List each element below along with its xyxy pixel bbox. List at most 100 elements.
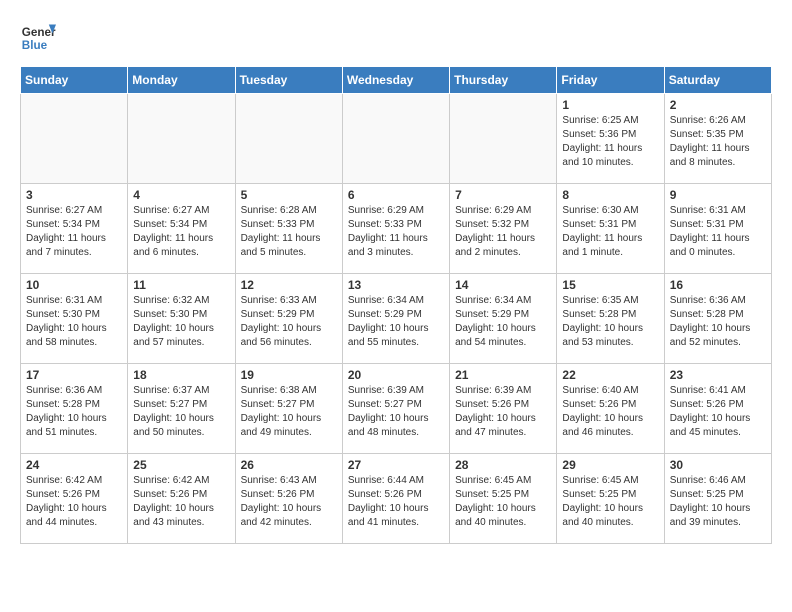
day-cell: 1 Sunrise: 6:25 AM Sunset: 5:36 PM Daylig… [557, 94, 664, 184]
day-info: Sunrise: 6:35 AM Sunset: 5:28 PM Dayligh… [562, 294, 658, 350]
header-cell-thursday: Thursday [450, 67, 557, 94]
header-cell-wednesday: Wednesday [342, 67, 449, 94]
day-cell: 29 Sunrise: 6:45 AM Sunset: 5:25 PM Dayli… [557, 454, 664, 544]
day-info: Sunrise: 6:29 AM Sunset: 5:33 PM Dayligh… [348, 204, 444, 260]
day-number: 18 [133, 368, 229, 382]
day-info: Sunrise: 6:31 AM Sunset: 5:30 PM Dayligh… [26, 294, 122, 350]
day-cell: 30Sunrise: 6:46 AM Sunset: 5:25 PM Dayli… [664, 454, 771, 544]
day-number: 20 [348, 368, 444, 382]
week-row-2: 3 Sunrise: 6:27 AM Sunset: 5:34 PM Daylig… [21, 184, 772, 274]
day-cell: 8Sunrise: 6:30 AM Sunset: 5:31 PM Daylig… [557, 184, 664, 274]
day-cell: 12 Sunrise: 6:33 AM Sunset: 5:29 PM Dayli… [235, 274, 342, 364]
day-number: 13 [348, 278, 444, 292]
day-number: 23 [670, 368, 766, 382]
day-info: Sunrise: 6:28 AM Sunset: 5:33 PM Dayligh… [241, 204, 337, 260]
day-cell [21, 94, 128, 184]
header-cell-saturday: Saturday [664, 67, 771, 94]
day-info: Sunrise: 6:27 AM Sunset: 5:34 PM Dayligh… [133, 204, 229, 260]
day-cell: 22 Sunrise: 6:40 AM Sunset: 5:26 PM Dayli… [557, 364, 664, 454]
day-info: Sunrise: 6:45 AM Sunset: 5:25 PM Dayligh… [562, 474, 658, 530]
day-number: 30 [670, 458, 766, 472]
day-info: Sunrise: 6:37 AM Sunset: 5:27 PM Dayligh… [133, 384, 229, 440]
day-number: 6 [348, 188, 444, 202]
logo: General Blue [20, 20, 56, 56]
day-cell: 18 Sunrise: 6:37 AM Sunset: 5:27 PM Dayli… [128, 364, 235, 454]
header-row: SundayMondayTuesdayWednesdayThursdayFrid… [21, 67, 772, 94]
day-cell: 11Sunrise: 6:32 AM Sunset: 5:30 PM Dayli… [128, 274, 235, 364]
day-info: Sunrise: 6:39 AM Sunset: 5:27 PM Dayligh… [348, 384, 444, 440]
day-info: Sunrise: 6:25 AM Sunset: 5:36 PM Dayligh… [562, 114, 658, 170]
week-row-5: 24 Sunrise: 6:42 AM Sunset: 5:26 PM Dayli… [21, 454, 772, 544]
logo-icon: General Blue [20, 20, 56, 56]
day-info: Sunrise: 6:27 AM Sunset: 5:34 PM Dayligh… [26, 204, 122, 260]
day-number: 10 [26, 278, 122, 292]
day-cell: 17 Sunrise: 6:36 AM Sunset: 5:28 PM Dayli… [21, 364, 128, 454]
day-cell: 5 Sunrise: 6:28 AM Sunset: 5:33 PM Daylig… [235, 184, 342, 274]
header-cell-monday: Monday [128, 67, 235, 94]
header-cell-tuesday: Tuesday [235, 67, 342, 94]
day-number: 22 [562, 368, 658, 382]
day-info: Sunrise: 6:34 AM Sunset: 5:29 PM Dayligh… [455, 294, 551, 350]
day-info: Sunrise: 6:38 AM Sunset: 5:27 PM Dayligh… [241, 384, 337, 440]
day-info: Sunrise: 6:33 AM Sunset: 5:29 PM Dayligh… [241, 294, 337, 350]
day-number: 27 [348, 458, 444, 472]
day-number: 8 [562, 188, 658, 202]
day-number: 14 [455, 278, 551, 292]
day-cell: 13 Sunrise: 6:34 AM Sunset: 5:29 PM Dayli… [342, 274, 449, 364]
day-info: Sunrise: 6:36 AM Sunset: 5:28 PM Dayligh… [670, 294, 766, 350]
day-cell: 20 Sunrise: 6:39 AM Sunset: 5:27 PM Dayli… [342, 364, 449, 454]
day-info: Sunrise: 6:26 AM Sunset: 5:35 PM Dayligh… [670, 114, 766, 170]
day-cell: 27 Sunrise: 6:44 AM Sunset: 5:26 PM Dayli… [342, 454, 449, 544]
week-row-1: 1 Sunrise: 6:25 AM Sunset: 5:36 PM Daylig… [21, 94, 772, 184]
day-number: 16 [670, 278, 766, 292]
day-cell [128, 94, 235, 184]
day-number: 1 [562, 98, 658, 112]
day-number: 25 [133, 458, 229, 472]
day-cell: 3 Sunrise: 6:27 AM Sunset: 5:34 PM Daylig… [21, 184, 128, 274]
day-cell: 14 Sunrise: 6:34 AM Sunset: 5:29 PM Dayli… [450, 274, 557, 364]
calendar-table: SundayMondayTuesdayWednesdayThursdayFrid… [20, 66, 772, 544]
day-info: Sunrise: 6:40 AM Sunset: 5:26 PM Dayligh… [562, 384, 658, 440]
day-cell: 24 Sunrise: 6:42 AM Sunset: 5:26 PM Dayli… [21, 454, 128, 544]
day-number: 3 [26, 188, 122, 202]
day-cell: 4 Sunrise: 6:27 AM Sunset: 5:34 PM Daylig… [128, 184, 235, 274]
day-number: 24 [26, 458, 122, 472]
day-info: Sunrise: 6:29 AM Sunset: 5:32 PM Dayligh… [455, 204, 551, 260]
day-cell [235, 94, 342, 184]
page-header: General Blue [20, 20, 772, 56]
day-number: 11 [133, 278, 229, 292]
day-number: 5 [241, 188, 337, 202]
day-info: Sunrise: 6:34 AM Sunset: 5:29 PM Dayligh… [348, 294, 444, 350]
day-cell: 25 Sunrise: 6:42 AM Sunset: 5:26 PM Dayli… [128, 454, 235, 544]
day-cell: 26Sunrise: 6:43 AM Sunset: 5:26 PM Dayli… [235, 454, 342, 544]
header-cell-friday: Friday [557, 67, 664, 94]
day-info: Sunrise: 6:41 AM Sunset: 5:26 PM Dayligh… [670, 384, 766, 440]
day-number: 15 [562, 278, 658, 292]
day-cell: 2 Sunrise: 6:26 AM Sunset: 5:35 PM Daylig… [664, 94, 771, 184]
day-number: 12 [241, 278, 337, 292]
day-number: 4 [133, 188, 229, 202]
day-cell: 23 Sunrise: 6:41 AM Sunset: 5:26 PM Dayli… [664, 364, 771, 454]
day-number: 29 [562, 458, 658, 472]
day-info: Sunrise: 6:31 AM Sunset: 5:31 PM Dayligh… [670, 204, 766, 260]
day-cell: 21Sunrise: 6:39 AM Sunset: 5:26 PM Dayli… [450, 364, 557, 454]
day-info: Sunrise: 6:42 AM Sunset: 5:26 PM Dayligh… [26, 474, 122, 530]
svg-text:Blue: Blue [22, 39, 48, 52]
day-info: Sunrise: 6:42 AM Sunset: 5:26 PM Dayligh… [133, 474, 229, 530]
week-row-4: 17 Sunrise: 6:36 AM Sunset: 5:28 PM Dayli… [21, 364, 772, 454]
day-cell: 9Sunrise: 6:31 AM Sunset: 5:31 PM Daylig… [664, 184, 771, 274]
day-info: Sunrise: 6:39 AM Sunset: 5:26 PM Dayligh… [455, 384, 551, 440]
day-info: Sunrise: 6:43 AM Sunset: 5:26 PM Dayligh… [241, 474, 337, 530]
day-number: 19 [241, 368, 337, 382]
day-cell: 16 Sunrise: 6:36 AM Sunset: 5:28 PM Dayli… [664, 274, 771, 364]
day-cell: 19 Sunrise: 6:38 AM Sunset: 5:27 PM Dayli… [235, 364, 342, 454]
day-info: Sunrise: 6:44 AM Sunset: 5:26 PM Dayligh… [348, 474, 444, 530]
day-cell [342, 94, 449, 184]
day-number: 17 [26, 368, 122, 382]
header-cell-sunday: Sunday [21, 67, 128, 94]
day-info: Sunrise: 6:36 AM Sunset: 5:28 PM Dayligh… [26, 384, 122, 440]
day-cell: 6 Sunrise: 6:29 AM Sunset: 5:33 PM Daylig… [342, 184, 449, 274]
day-cell: 7Sunrise: 6:29 AM Sunset: 5:32 PM Daylig… [450, 184, 557, 274]
day-number: 2 [670, 98, 766, 112]
day-number: 28 [455, 458, 551, 472]
